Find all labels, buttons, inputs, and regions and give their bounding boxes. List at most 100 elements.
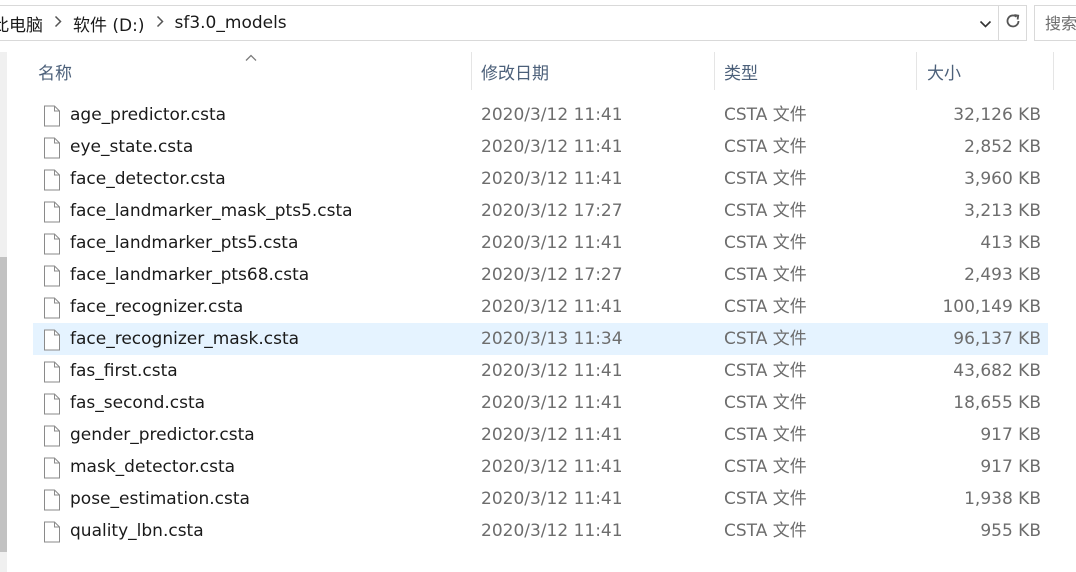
chevron-down-icon <box>979 14 992 33</box>
document-icon <box>43 169 61 191</box>
file-size: 3,960 KB <box>964 169 1041 189</box>
chevron-right-icon[interactable] <box>145 15 175 32</box>
file-type: CSTA 文件 <box>724 425 807 445</box>
file-row[interactable]: face_recognizer_mask.csta 2020/3/13 11:3… <box>33 323 1048 355</box>
file-name: quality_lbn.csta <box>70 521 204 541</box>
file-date-modified: 2020/3/12 17:27 <box>481 265 623 285</box>
file-name: pose_estimation.csta <box>70 489 250 509</box>
file-row[interactable]: face_detector.csta 2020/3/12 11:41 CSTA … <box>33 163 1048 195</box>
file-row[interactable]: fas_first.csta 2020/3/12 11:41 CSTA 文件 4… <box>33 355 1048 387</box>
file-size: 43,682 KB <box>953 361 1041 381</box>
column-header-size-label: 大小 <box>927 63 961 84</box>
document-icon <box>43 425 61 447</box>
document-icon <box>43 329 61 351</box>
document-icon <box>43 297 61 319</box>
file-list: age_predictor.csta 2020/3/12 11:41 CSTA … <box>33 99 1048 547</box>
file-size: 413 KB <box>980 233 1041 253</box>
file-date-modified: 2020/3/12 17:27 <box>481 201 623 221</box>
file-name: face_recognizer_mask.csta <box>70 329 300 349</box>
navigation-pane-scrollbar[interactable] <box>0 52 7 572</box>
file-date-modified: 2020/3/12 11:41 <box>481 233 623 253</box>
refresh-icon <box>1004 12 1022 34</box>
document-icon <box>43 521 61 543</box>
column-header-type[interactable]: 类型 <box>712 52 916 90</box>
file-type: CSTA 文件 <box>724 329 807 349</box>
chevron-right-icon[interactable] <box>43 15 73 32</box>
document-icon <box>43 105 61 127</box>
file-row[interactable]: face_recognizer.csta 2020/3/12 11:41 CST… <box>33 291 1048 323</box>
file-size: 917 KB <box>980 425 1041 445</box>
file-size: 32,126 KB <box>953 105 1041 125</box>
file-row[interactable]: fas_second.csta 2020/3/12 11:41 CSTA 文件 … <box>33 387 1048 419</box>
file-type: CSTA 文件 <box>724 137 807 157</box>
breadcrumb-item-drive-d[interactable]: 软件 (D:) <box>73 11 145 36</box>
document-icon <box>43 265 61 287</box>
file-row[interactable]: quality_lbn.csta 2020/3/12 11:41 CSTA 文件… <box>33 515 1048 547</box>
file-type: CSTA 文件 <box>724 521 807 541</box>
document-icon <box>43 393 61 415</box>
file-size: 2,493 KB <box>964 265 1041 285</box>
breadcrumb: 此电脑 软件 (D:) sf3.0_models <box>0 6 287 40</box>
file-row[interactable]: eye_state.csta 2020/3/12 11:41 CSTA 文件 2… <box>33 131 1048 163</box>
column-header-type-label: 类型 <box>724 63 758 84</box>
column-header-date-modified-label: 修改日期 <box>481 63 549 84</box>
file-name: face_landmarker_pts68.csta <box>70 265 310 285</box>
file-date-modified: 2020/3/12 11:41 <box>481 393 623 413</box>
column-header-date-modified[interactable]: 修改日期 <box>469 52 714 90</box>
file-size: 1,938 KB <box>964 489 1041 509</box>
document-icon <box>43 233 61 255</box>
breadcrumb-item-this-pc[interactable]: 此电脑 <box>0 11 43 36</box>
file-type: CSTA 文件 <box>724 297 807 317</box>
file-size: 96,137 KB <box>953 329 1041 349</box>
document-icon <box>43 137 61 159</box>
file-name: face_landmarker_pts5.csta <box>70 233 299 253</box>
file-size: 18,655 KB <box>953 393 1041 413</box>
file-date-modified: 2020/3/12 11:41 <box>481 425 623 445</box>
file-date-modified: 2020/3/12 11:41 <box>481 361 623 381</box>
address-history-dropdown-button[interactable] <box>973 6 997 40</box>
file-size: 3,213 KB <box>964 201 1041 221</box>
document-icon <box>43 489 61 511</box>
file-name: mask_detector.csta <box>70 457 236 477</box>
file-type: CSTA 文件 <box>724 105 807 125</box>
file-name: eye_state.csta <box>70 137 194 157</box>
refresh-button[interactable] <box>998 6 1026 40</box>
file-date-modified: 2020/3/12 11:41 <box>481 137 623 157</box>
file-name: fas_second.csta <box>70 393 206 413</box>
search-input[interactable] <box>1035 6 1076 40</box>
file-type: CSTA 文件 <box>724 361 807 381</box>
file-row[interactable]: age_predictor.csta 2020/3/12 11:41 CSTA … <box>33 99 1048 131</box>
file-row[interactable]: gender_predictor.csta 2020/3/12 11:41 CS… <box>33 419 1048 451</box>
file-row[interactable]: face_landmarker_pts5.csta 2020/3/12 11:4… <box>33 227 1048 259</box>
column-divider[interactable] <box>1053 52 1054 90</box>
file-size: 955 KB <box>980 521 1041 541</box>
scrollbar-thumb[interactable] <box>0 257 7 552</box>
search-box[interactable] <box>1034 5 1076 41</box>
file-size: 100,149 KB <box>942 297 1041 317</box>
file-type: CSTA 文件 <box>724 169 807 189</box>
file-size: 917 KB <box>980 457 1041 477</box>
file-date-modified: 2020/3/12 11:41 <box>481 105 623 125</box>
file-name: age_predictor.csta <box>70 105 227 125</box>
file-row[interactable]: face_landmarker_pts68.csta 2020/3/12 17:… <box>33 259 1048 291</box>
file-date-modified: 2020/3/12 11:41 <box>481 457 623 477</box>
file-type: CSTA 文件 <box>724 489 807 509</box>
file-date-modified: 2020/3/12 11:41 <box>481 521 623 541</box>
file-name: fas_first.csta <box>70 361 178 381</box>
file-row[interactable]: mask_detector.csta 2020/3/12 11:41 CSTA … <box>33 451 1048 483</box>
file-type: CSTA 文件 <box>724 393 807 413</box>
file-row[interactable]: face_landmarker_mask_pts5.csta 2020/3/12… <box>33 195 1048 227</box>
sort-ascending-icon <box>244 48 258 61</box>
file-name: face_detector.csta <box>70 169 226 189</box>
breadcrumb-item-current-folder[interactable]: sf3.0_models <box>175 13 287 33</box>
column-header-size[interactable]: 大小 <box>915 52 1053 90</box>
file-name: face_recognizer.csta <box>70 297 244 317</box>
file-explorer-window: 此电脑 软件 (D:) sf3.0_models 搜索"sf3.0_models… <box>0 0 1076 572</box>
file-name: face_landmarker_mask_pts5.csta <box>70 201 353 221</box>
document-icon <box>43 361 61 383</box>
address-bar[interactable]: 此电脑 软件 (D:) sf3.0_models <box>0 5 1027 41</box>
file-type: CSTA 文件 <box>724 457 807 477</box>
file-type: CSTA 文件 <box>724 233 807 253</box>
file-date-modified: 2020/3/12 11:41 <box>481 489 623 509</box>
file-row[interactable]: pose_estimation.csta 2020/3/12 11:41 CST… <box>33 483 1048 515</box>
